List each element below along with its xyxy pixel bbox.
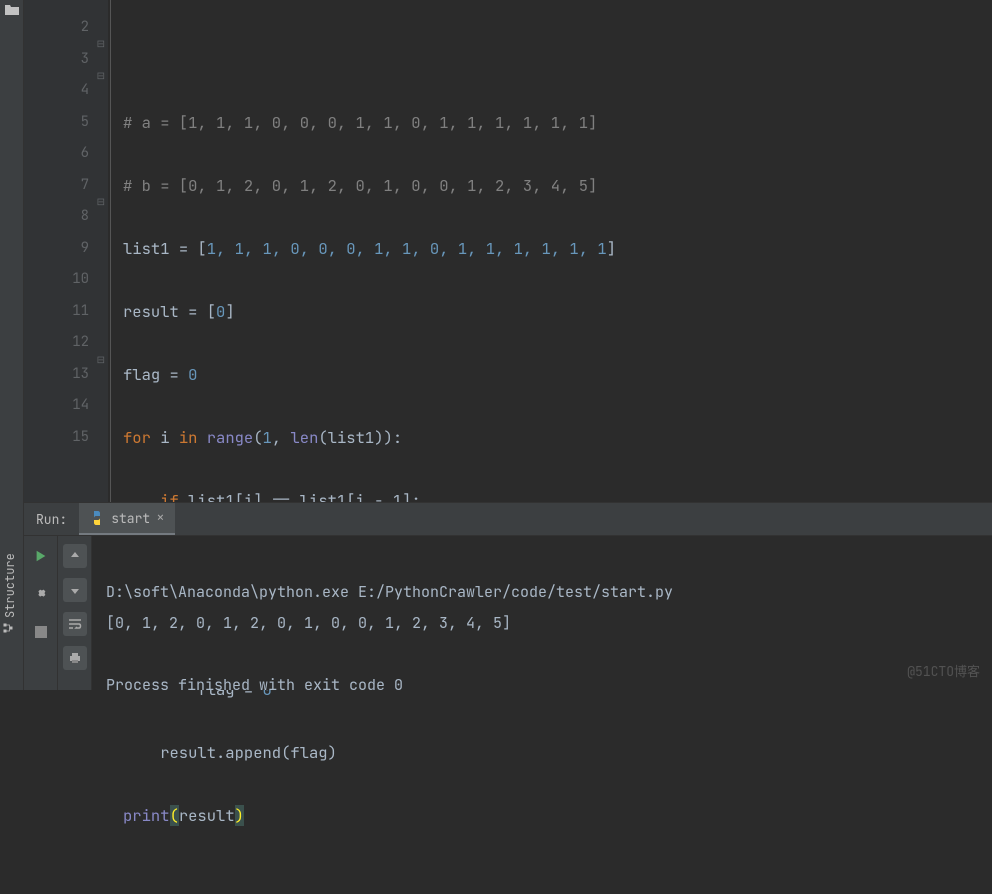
watermark: @51CTO博客 (907, 661, 980, 680)
python-file-icon (89, 510, 105, 526)
print-button[interactable] (63, 646, 87, 670)
run-panel: Run: start × D:\soft\Anaconda\python.exe… (24, 502, 992, 690)
comment-line: # a = [1, 1, 1, 0, 0, 0, 1, 1, 0, 1, 1, … (123, 112, 597, 133)
console-result-line: [0, 1, 2, 0, 1, 2, 0, 1, 0, 0, 1, 2, 3, … (106, 613, 511, 633)
run-toolbar-secondary (58, 536, 92, 690)
scroll-down-button[interactable] (63, 578, 87, 602)
soft-wrap-button[interactable] (63, 612, 87, 636)
console-output[interactable]: D:\soft\Anaconda\python.exe E:/PythonCra… (92, 536, 992, 690)
fold-icon[interactable]: ⊟ (97, 28, 105, 60)
fold-icon[interactable]: ⊟ (97, 186, 105, 218)
code-editor[interactable]: 2 3 4 5 6 7 8 9 10 11 12 13 14 15 ⊟ ⊟ ⊟ … (24, 0, 992, 502)
fold-icon[interactable]: ⊟ (97, 60, 105, 92)
run-panel-header: Run: start × (24, 503, 992, 536)
scroll-up-button[interactable] (63, 544, 87, 568)
run-label: Run: (24, 511, 79, 528)
fold-end-icon[interactable]: ⊟ (97, 344, 105, 376)
close-icon[interactable]: × (156, 509, 164, 527)
run-tab-start[interactable]: start × (79, 503, 174, 535)
comment-line: # b = [0, 1, 2, 0, 1, 2, 0, 1, 0, 0, 1, … (123, 175, 597, 196)
settings-button[interactable] (29, 582, 53, 606)
project-folder-icon[interactable] (4, 2, 20, 23)
rerun-button[interactable] (29, 544, 53, 568)
fold-gutter[interactable]: ⊟ ⊟ ⊟ ⊟ (97, 0, 107, 502)
stop-button[interactable] (29, 620, 53, 644)
console-exit-line: Process finished with exit code 0 (106, 675, 403, 695)
code-content[interactable]: # a = [1, 1, 1, 0, 0, 0, 1, 1, 0, 1, 1, … (110, 0, 992, 502)
gutter-line-numbers: 2 3 4 5 6 7 8 9 10 11 12 13 14 15 ⊟ ⊟ ⊟ … (24, 0, 108, 502)
run-toolbar-primary (24, 536, 58, 690)
run-tab-label: start (111, 510, 150, 527)
structure-tool-tab[interactable]: Structure (2, 553, 18, 634)
console-command-line: D:\soft\Anaconda\python.exe E:/PythonCra… (106, 582, 673, 602)
project-tool-strip: Structure (0, 0, 24, 690)
